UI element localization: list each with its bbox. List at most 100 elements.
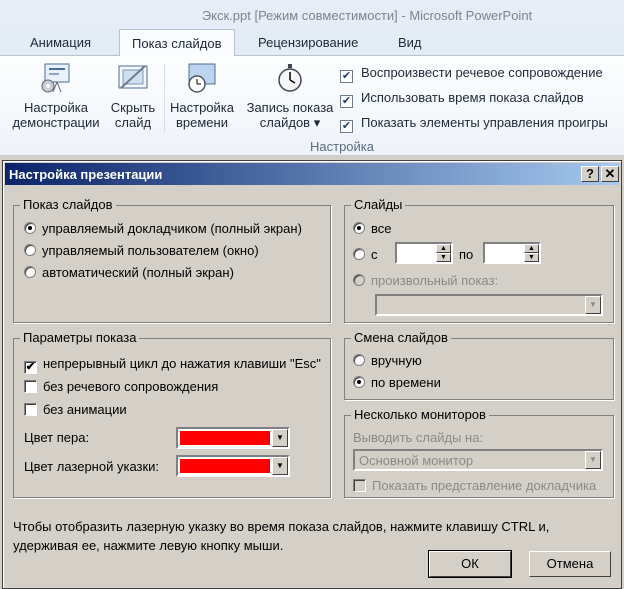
from-slide-spinner[interactable]: ▲ ▼ — [395, 242, 453, 264]
ribbon-check-timings[interactable]: ✔ Использовать время показа слайдов — [340, 90, 584, 108]
no-narration-checkbox[interactable] — [24, 380, 37, 393]
monitor-select: Основной монитор ▼ — [353, 449, 603, 471]
loop-label: непрерывный цикл до нажатия клавиши "Esc… — [43, 356, 321, 371]
loop-checkbox[interactable]: ✔ — [24, 361, 37, 374]
media-controls-label: Показать элементы управления проигры — [361, 115, 608, 130]
radio-custom-dot — [353, 274, 365, 286]
use-timings-checkbox[interactable]: ✔ — [340, 95, 353, 108]
hide-slide-button[interactable]: Скрыть слайд — [106, 62, 160, 130]
monitors-group: Несколько мониторов Выводить слайды на: … — [344, 407, 614, 498]
radio-kiosk[interactable]: автоматический (полный экран) — [24, 265, 234, 280]
cancel-button[interactable]: Отмена — [529, 551, 611, 577]
radio-window-label: управляемый пользователем (окно) — [42, 243, 259, 258]
radio-manual-dot[interactable] — [353, 354, 365, 366]
close-icon[interactable]: ✕ — [601, 166, 619, 182]
record-label-2: слайдов ▾ — [259, 115, 321, 130]
tab-review[interactable]: Рецензирование — [258, 35, 358, 50]
window-title: Экск.ppt [Режим совместимости] - Microso… — [201, 7, 533, 23]
laser-color-label: Цвет лазерной указки: — [24, 459, 160, 474]
media-controls-checkbox[interactable]: ✔ — [340, 120, 353, 133]
tab-slideshow[interactable]: Показ слайдов — [119, 29, 235, 56]
slides-title: Слайды — [351, 197, 406, 212]
radio-all-label: все — [371, 221, 392, 236]
no-narration-label: без речевого сопровождения — [43, 379, 219, 394]
radio-window-dot[interactable] — [24, 244, 36, 256]
pen-color-chevron-down-icon[interactable]: ▼ — [272, 429, 288, 447]
radio-range-dot[interactable] — [353, 248, 365, 260]
show-options-group: Параметры показа ✔ непрерывный цикл до на… — [13, 330, 331, 498]
loop-option[interactable]: ✔ непрерывный цикл до нажатия клавиши "Es… — [24, 356, 321, 374]
laser-hint-text: Чтобы отобразить лазерную указку во врем… — [13, 519, 550, 553]
setup-show-label-1: Настройка — [24, 100, 88, 115]
ribbon-panel: Настройка демонстрации Скрыть слайд Наст… — [0, 56, 624, 156]
slides-group: Слайды все с ▲ ▼ по ▲ ▼ произвольный пок… — [344, 197, 614, 323]
hide-slide-label-1: Скрыть — [110, 100, 156, 115]
monitor-chevron-down-icon: ▼ — [585, 451, 601, 469]
from-down-icon[interactable]: ▼ — [436, 253, 451, 262]
radio-window[interactable]: управляемый пользователем (окно) — [24, 243, 259, 258]
radio-custom-show: произвольный показ: — [353, 273, 498, 288]
radio-all-slides[interactable]: все — [353, 221, 392, 236]
presenter-view-checkbox — [353, 479, 366, 492]
narration-checkbox[interactable]: ✔ — [340, 70, 353, 83]
rehearse-timings-button[interactable]: Настройка времени — [168, 62, 236, 130]
radio-all-dot[interactable] — [353, 222, 365, 234]
rehearse-label-2: времени — [176, 115, 228, 130]
dialog-title: Настройка презентации — [9, 167, 163, 182]
pen-color-swatch — [180, 431, 270, 445]
to-label: по — [459, 247, 474, 262]
radio-kiosk-dot[interactable] — [24, 266, 36, 278]
dialog-title-bar: Настройка презентации ? ✕ — [5, 163, 619, 185]
to-up-icon[interactable]: ▲ — [524, 244, 539, 253]
ok-button[interactable]: ОК — [428, 550, 512, 578]
advance-group: Смена слайдов вручную по времени — [344, 330, 614, 400]
tab-animation[interactable]: Анимация — [30, 35, 91, 50]
radio-manual[interactable]: вручную — [353, 353, 422, 368]
show-type-title: Показ слайдов — [20, 197, 116, 212]
radio-timings[interactable]: по времени — [353, 375, 441, 390]
radio-timings-dot[interactable] — [353, 376, 365, 388]
narration-label: Воспроизвести речевое сопровождение — [361, 65, 603, 80]
from-up-icon[interactable]: ▲ — [436, 244, 451, 253]
no-narration-option[interactable]: без речевого сопровождения — [24, 379, 218, 394]
setup-show-dialog: Настройка презентации ? ✕ Показ слайдов … — [2, 160, 622, 589]
monitor-select-value: Основной монитор — [359, 453, 474, 468]
display-on-label: Выводить слайды на: — [353, 430, 484, 445]
ribbon-check-media-controls[interactable]: ✔ Показать элементы управления проигры — [340, 115, 608, 133]
ribbon-separator — [164, 64, 165, 132]
tab-view[interactable]: Вид — [398, 35, 422, 50]
radio-presenter[interactable]: управляемый докладчиком (полный экран) — [24, 221, 302, 236]
ribbon-check-narration[interactable]: ✔ Воспроизвести речевое сопровождение — [340, 65, 603, 83]
presenter-view-label: Показать представление докладчика — [372, 478, 597, 493]
setup-show-icon — [39, 62, 73, 94]
laser-color-picker[interactable]: ▼ — [176, 455, 290, 477]
to-slide-spinner[interactable]: ▲ ▼ — [483, 242, 541, 264]
no-animation-option[interactable]: без анимации — [24, 402, 127, 417]
hide-slide-icon — [116, 62, 150, 94]
radio-manual-label: вручную — [371, 353, 422, 368]
record-label-1: Запись показа — [246, 100, 334, 115]
rehearse-timings-icon — [185, 62, 219, 94]
pen-color-picker[interactable]: ▼ — [176, 427, 290, 449]
to-down-icon[interactable]: ▼ — [524, 253, 539, 262]
stopwatch-icon — [273, 62, 307, 94]
show-options-title: Параметры показа — [20, 330, 140, 345]
monitors-title: Несколько мониторов — [351, 407, 489, 422]
setup-show-button[interactable]: Настройка демонстрации — [8, 62, 104, 130]
record-show-button[interactable]: Запись показа слайдов ▾ — [240, 62, 340, 130]
no-animation-checkbox[interactable] — [24, 403, 37, 416]
show-type-group: Показ слайдов управляемый докладчиком (п… — [13, 197, 331, 323]
advance-title: Смена слайдов — [351, 330, 451, 345]
presenter-view-option: Показать представление докладчика — [353, 478, 596, 493]
radio-range[interactable]: с — [353, 247, 378, 262]
help-button[interactable]: ? — [581, 166, 599, 182]
radio-presenter-dot[interactable] — [24, 222, 36, 234]
custom-show-chevron-down-icon: ▼ — [585, 296, 601, 314]
custom-show-label: произвольный показ: — [371, 273, 499, 288]
rehearse-label-1: Настройка — [170, 100, 234, 115]
window-title-bar: Экск.ppt [Режим совместимости] - Microso… — [0, 0, 624, 30]
laser-color-chevron-down-icon[interactable]: ▼ — [272, 457, 288, 475]
custom-show-select: ▼ — [375, 294, 603, 316]
radio-presenter-label: управляемый докладчиком (полный экран) — [42, 221, 302, 236]
pen-color-label: Цвет пера: — [24, 430, 90, 445]
